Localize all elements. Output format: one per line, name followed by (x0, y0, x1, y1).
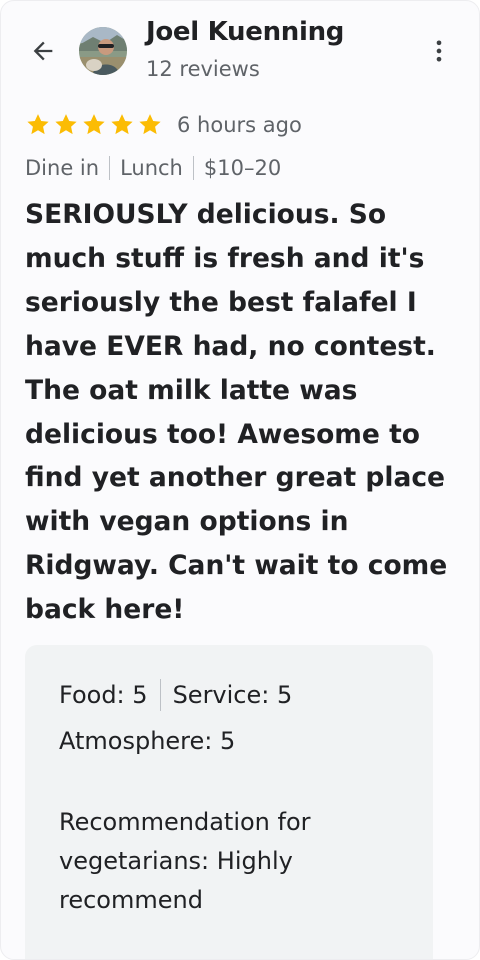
back-button[interactable] (23, 31, 63, 71)
meal-type: Lunch (120, 156, 183, 180)
star-rating (25, 112, 163, 138)
review-time: 6 hours ago (177, 113, 302, 137)
star-icon (55, 114, 77, 135)
reviewer-review-count: 12 reviews (146, 57, 260, 81)
price-range: $10–20 (203, 156, 282, 180)
atmosphere-label: Atmosphere: (59, 727, 213, 755)
star-icon (27, 114, 49, 135)
review-screen: Joel Kuenning 12 reviews 6 hours ago Din… (0, 0, 480, 960)
rating-row: 6 hours ago (25, 109, 302, 141)
service-value: 5 (277, 681, 293, 709)
star-icon (111, 114, 133, 135)
reviewer-name[interactable]: Joel Kuenning (146, 17, 344, 47)
star-icon (139, 114, 161, 135)
ratings-card: Food: 5 Service: 5 Atmosphere: 5 Recomme… (25, 645, 433, 959)
visit-details: Dine in Lunch $10–20 (25, 153, 281, 183)
profile-photo (79, 27, 127, 75)
divider (192, 156, 194, 180)
avatar[interactable] (79, 27, 127, 75)
service-label: Service: (172, 681, 270, 709)
food-label: Food: (59, 681, 125, 709)
divider (159, 679, 161, 711)
more-vert-icon (436, 40, 442, 62)
more-options-button[interactable] (419, 31, 459, 71)
atmosphere-value: 5 (220, 727, 236, 755)
atmosphere-row: Atmosphere: 5 (59, 727, 235, 755)
food-service-row: Food: 5 Service: 5 (59, 679, 292, 711)
divider (109, 156, 111, 180)
visit-type: Dine in (25, 156, 100, 180)
review-text: SERIOUSLY delicious. So much stuff is fr… (25, 199, 448, 626)
recommendation: Recommendation for vegetarians: Highly r… (59, 803, 389, 920)
star-icon (83, 114, 105, 135)
food-value: 5 (132, 681, 148, 709)
arrow-back-icon (33, 41, 53, 61)
